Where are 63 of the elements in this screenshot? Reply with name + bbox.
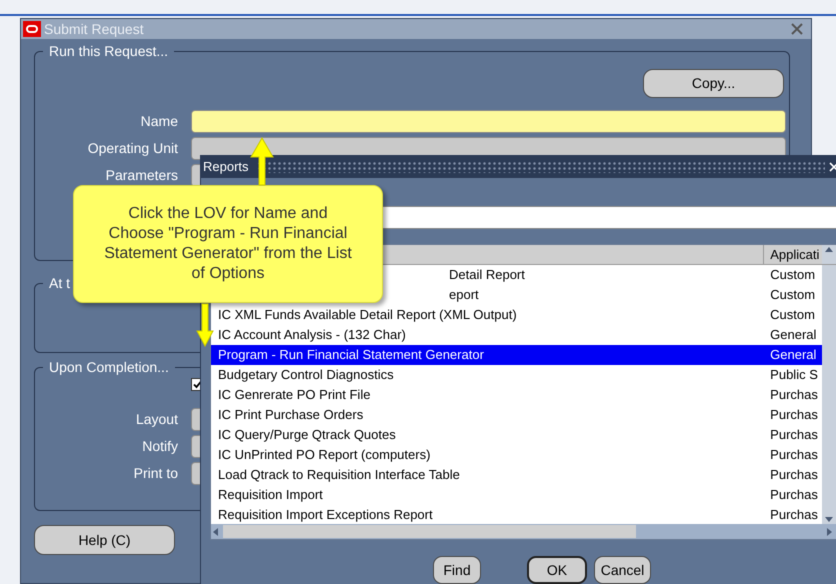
report-name: Program - Run Financial Statement Generator (218, 346, 485, 364)
scroll-up-icon[interactable] (822, 245, 836, 264)
application-cell-text: Purchas (769, 386, 819, 404)
list-row[interactable]: IC Genrerate PO Print File Purchas (211, 385, 822, 405)
up-arrow (250, 137, 274, 186)
application-cell-text: Purchas (769, 446, 819, 464)
list-row[interactable]: Requisition Import Purchas (211, 485, 822, 505)
report-name: Budgetary Control Diagnostics (218, 366, 395, 384)
application-cell-text: Custom (769, 286, 816, 304)
report-name: IC Account Analysis - (132 Char) (218, 326, 407, 344)
text-field[interactable] (191, 110, 786, 133)
dialog-button[interactable]: Find (433, 556, 481, 584)
list-row[interactable]: IC UnPrinted PO Report (computers) Purchas (211, 445, 822, 465)
report-name: IC XML Funds Available Detail Report (XML Output) (218, 306, 518, 324)
scroll-right-icon[interactable] (824, 526, 834, 536)
list-row[interactable]: IC Account Analysis - (132 Char) General (211, 325, 822, 345)
report-name: IC Print Purchase Orders (218, 406, 364, 424)
field-label: Layout (134, 410, 179, 429)
report-name: Requisition Import Exceptions Report (218, 506, 434, 524)
field-label: Notify (141, 437, 179, 456)
report-name: eport (449, 286, 480, 304)
application-cell-text: Public S (769, 366, 819, 384)
list-row[interactable]: IC Print Purchase Orders Purchas (211, 405, 822, 425)
report-name: IC Genrerate PO Print File (218, 386, 372, 404)
report-name: IC Query/Purge Qtrack Quotes (218, 426, 397, 444)
column-header[interactable]: Applicati (764, 245, 822, 264)
dialog-button[interactable]: Cancel (594, 556, 651, 584)
vertical-scrollbar[interactable] (822, 265, 836, 524)
scroll-left-icon[interactable] (211, 526, 221, 536)
down-arrow (196, 303, 214, 347)
app-logo-icon (23, 21, 41, 37)
application-cell-text: Purchas (769, 426, 819, 444)
horizontal-scrollbar[interactable] (211, 524, 836, 539)
help-button[interactable]: Help (C) (34, 525, 175, 555)
application-cell-text: Purchas (769, 486, 819, 504)
window-title: Submit Request (44, 20, 145, 39)
callout-text: Click the LOV for Name and Choose "Program - Run Financial Statement Generator" from the List of Options (104, 204, 352, 284)
list-row[interactable]: IC XML Funds Available Detail Report (XML Output) Custom (211, 305, 822, 325)
report-name: Load Qtrack to Requisition Interface Table (218, 466, 461, 484)
list-row[interactable]: Load Qtrack to Requisition Interface Table Purchas (211, 465, 822, 485)
list-row[interactable]: IC Query/Purge Qtrack Quotes Purchas (211, 425, 822, 445)
list-row[interactable]: Requisition Import Exceptions Report Purchas (211, 505, 822, 524)
field-label: Name (140, 112, 179, 131)
report-name: Detail Report (449, 266, 526, 284)
application-cell-text: General (769, 346, 818, 364)
report-name: IC UnPrinted PO Report (computers) (218, 446, 432, 464)
list-row[interactable]: Budgetary Control Diagnostics Public S (211, 365, 822, 385)
list-row[interactable]: Program - Run Financial Statement Generator General (211, 345, 822, 365)
application-cell-text: Purchas (769, 466, 819, 484)
application-cell-text: Custom (769, 266, 816, 284)
field-label: Print to (132, 464, 179, 483)
field-label: Parameters (104, 166, 179, 185)
application-cell-text: Purchas (769, 506, 819, 524)
application-cell-text: Custom (769, 306, 816, 324)
window-title: Reports (203, 158, 249, 176)
copy-button[interactable]: Copy... (643, 69, 784, 98)
scroll-thumb[interactable] (223, 525, 636, 538)
application-cell-text: General (769, 326, 818, 344)
field-label: Operating Unit (86, 139, 179, 158)
application-cell-text: Purchas (769, 406, 819, 424)
check-icon (193, 380, 202, 389)
dialog-button[interactable]: OK (527, 556, 587, 584)
report-name: Requisition Import (218, 486, 324, 504)
